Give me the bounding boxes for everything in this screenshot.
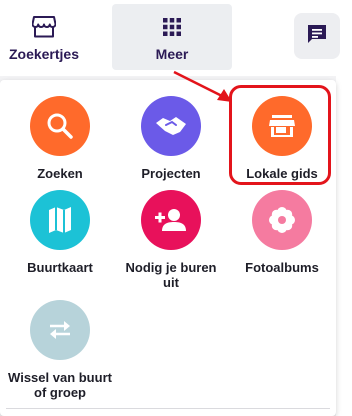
page: Zoekertjes Meer Zoeken Projecten Lokale … [0, 0, 352, 416]
panel-divider [6, 408, 330, 409]
annotation-arrow [173, 70, 232, 102]
annotation-highlight-box [229, 85, 331, 185]
